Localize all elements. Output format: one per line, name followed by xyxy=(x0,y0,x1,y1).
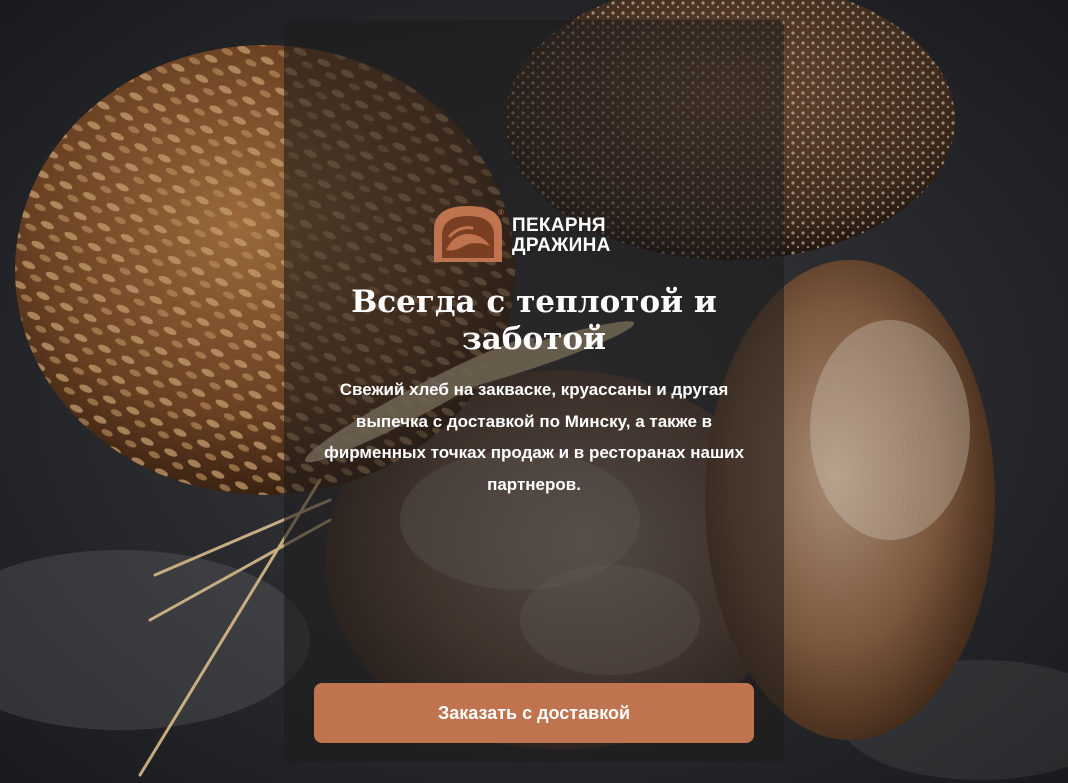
brand-name-line-1: ПЕКАРНЯ xyxy=(512,215,606,236)
bread-oven-icon: ® xyxy=(434,206,504,262)
hero-title: Всегда с теплотой и заботой xyxy=(351,284,717,357)
hero-subtitle: Свежий хлеб на закваске, круассаны и дру… xyxy=(323,380,745,494)
trademark-symbol: ® xyxy=(498,208,504,217)
order-delivery-button[interactable]: Заказать с доставкой xyxy=(314,683,754,743)
brand-name: ПЕКАРНЯ ДРАЖИНА xyxy=(512,216,611,256)
brand-logo[interactable]: ® ПЕКАРНЯ ДРАЖИНА xyxy=(434,206,644,262)
brand-name-line-2: ДРАЖИНА xyxy=(512,235,611,256)
